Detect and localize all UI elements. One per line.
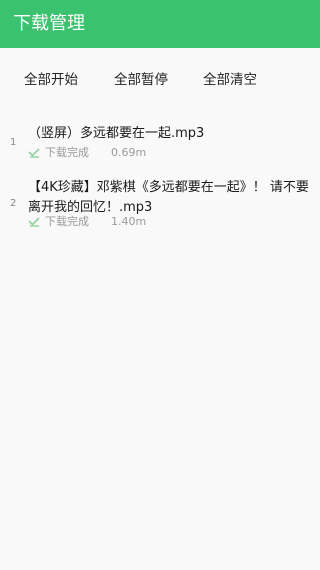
download-complete-icon (28, 148, 40, 158)
item-index: 1 (10, 137, 17, 148)
file-name: （竖屏）多远都要在一起.mp3 (28, 126, 205, 141)
file-size: 0.69m (111, 146, 147, 159)
download-status: 下载完成 (45, 215, 89, 228)
file-size: 1.40m (111, 215, 147, 228)
download-status: 下载完成 (45, 146, 89, 159)
download-toolbar: 全部开始 全部暂停 全部清空 (0, 48, 320, 110)
file-name: 【4K珍藏】邓紫棋《多远都要在一起》！ 请不要离开我的回忆！.mp3 (28, 180, 309, 215)
list-item[interactable]: 2 【4K珍藏】邓紫棋《多远都要在一起》！ 请不要离开我的回忆！.mp3 下载完… (0, 178, 320, 238)
clear-all-button[interactable]: 全部清空 (203, 70, 257, 90)
page-title: 下载管理 (13, 13, 85, 34)
download-complete-icon (28, 217, 40, 227)
download-manager-screen: 下载管理 全部开始 全部暂停 全部清空 1 （竖屏）多远都要在一起.mp3 下载… (0, 0, 320, 570)
start-all-button[interactable]: 全部开始 (24, 70, 78, 90)
item-index: 2 (10, 198, 17, 209)
pause-all-button[interactable]: 全部暂停 (114, 70, 168, 90)
title-bar: 下载管理 (0, 0, 320, 48)
list-item[interactable]: 1 （竖屏）多远都要在一起.mp3 下载完成 0.69m (0, 124, 320, 164)
